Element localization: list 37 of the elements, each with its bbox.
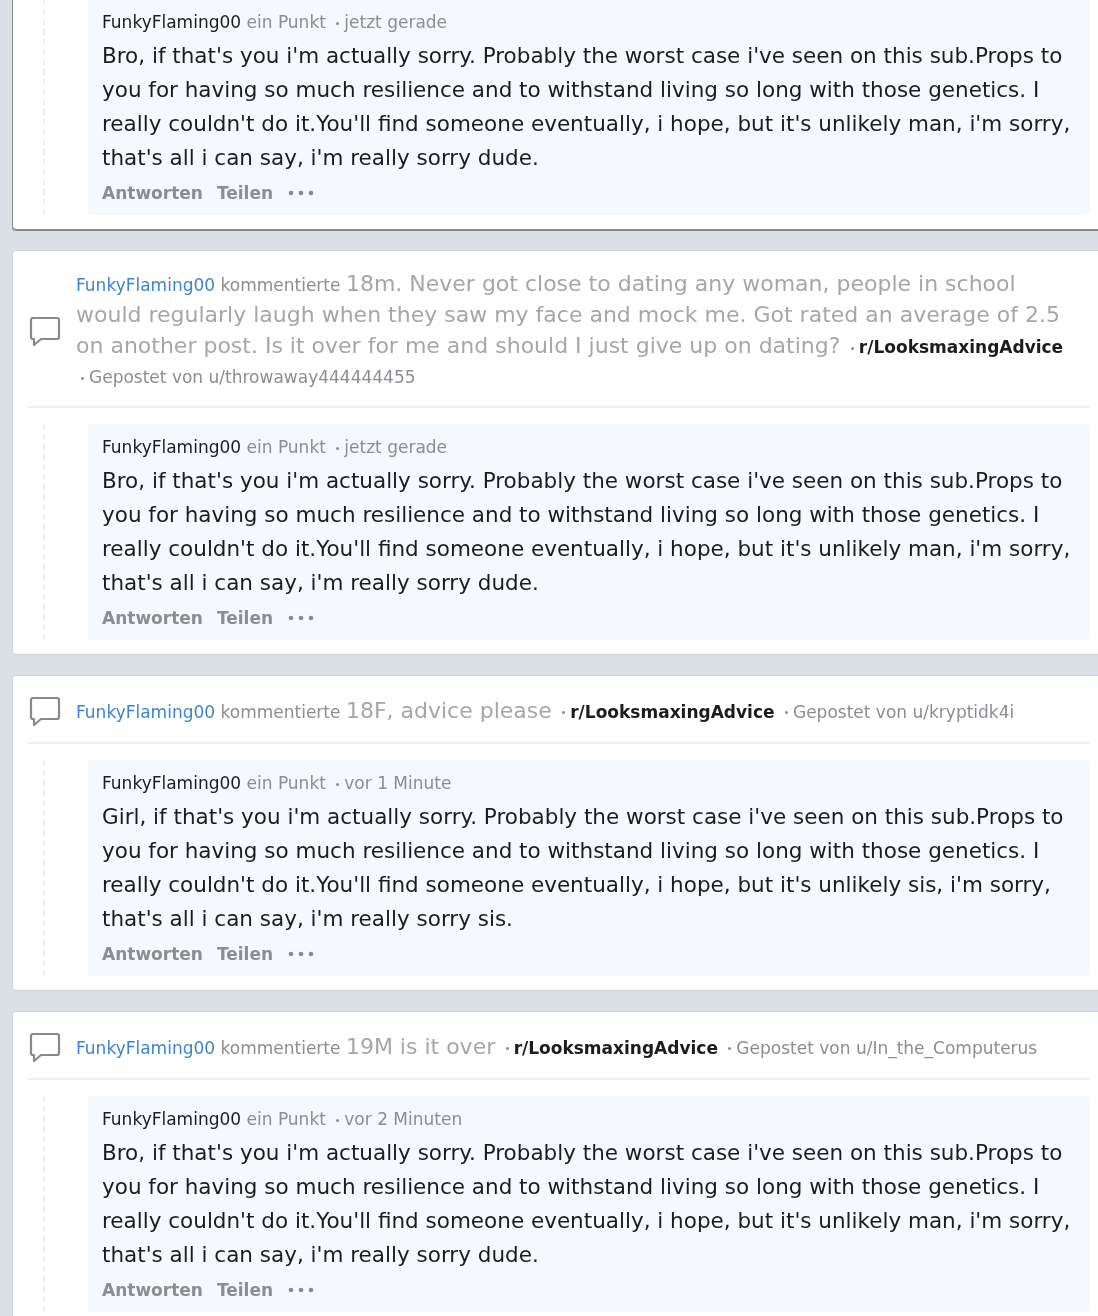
comment-author-link[interactable]: FunkyFlaming00 xyxy=(102,1109,242,1129)
comment-icon xyxy=(28,1030,62,1064)
points-label: ein Punkt xyxy=(246,12,326,32)
separator-dot xyxy=(336,1118,340,1122)
action-button[interactable]: Antworten xyxy=(102,608,203,628)
separator-dot xyxy=(336,21,340,25)
comment-text: Bro, if that's you i'm actually sorry. Probably the worst case i've seen on this sub.Props to you for having so much resilience and to withstand living so long with those genetics. I really couldn't do it.You'll find someone eventually, i hope, but it's unlikely man, i'm sorry, that's all i can say, i'm really sorry dude. xyxy=(102,1139,1072,1269)
comment-text: Bro, if that's you i'm actually sorry. Probably the worst case i've seen on this sub.Props to you for having so much resilience and to withstand living so long with those genetics. I really couldn't do it.You'll find someone eventually, i hope, but it's unlikely man, i'm sorry, that's all i can say, i'm really sorry dude. xyxy=(102,467,1072,597)
action-button[interactable]: Teilen xyxy=(216,608,274,628)
timestamp: jetzt gerade xyxy=(344,437,448,457)
comment-author-link[interactable]: FunkyFlaming00 xyxy=(102,773,242,793)
separator-dot xyxy=(336,782,340,786)
post-headline: FunkyFlaming00 kommentierte 18F, advice please r/LooksmaxingAdvice Gepostet von u/kryptidk4i xyxy=(76,696,1015,725)
action-button[interactable]: Antworten xyxy=(102,944,203,964)
comment-author-link[interactable]: FunkyFlaming00 xyxy=(102,12,242,32)
more-icon[interactable] xyxy=(287,614,316,622)
timestamp: vor 1 Minute xyxy=(344,773,452,793)
timestamp: vor 2 Minuten xyxy=(344,1109,463,1129)
comment-text: Bro, if that's you i'm actually sorry. Probably the worst case i've seen on this sub.Props to you for having so much resilience and to withstand living so long with those genetics. I really couldn't do it.You'll find someone eventually, i hope, but it's unlikely man, i'm sorry, that's all i can say, i'm really sorry dude. xyxy=(102,42,1072,172)
more-icon[interactable] xyxy=(287,189,316,197)
action-button[interactable]: Antworten xyxy=(102,1280,203,1300)
points-label: ein Punkt xyxy=(246,773,326,793)
post-headline: FunkyFlaming00 kommentierte 19M is it over r/LooksmaxingAdvice Gepostet von u/In_the_Computerus xyxy=(76,1032,1038,1061)
separator-dot xyxy=(336,446,340,450)
comment-author-link[interactable]: FunkyFlaming00 xyxy=(102,437,242,457)
action-button[interactable]: Teilen xyxy=(216,1280,274,1300)
points-label: ein Punkt xyxy=(246,1109,326,1129)
more-icon[interactable] xyxy=(287,1286,316,1294)
points-label: ein Punkt xyxy=(246,437,326,457)
post-headline: FunkyFlaming00 kommentierte 18m. Never got close to dating any woman, people in school would regularly laugh when they saw my face and mock me. Got rated an average of 2.5 on another post. Is it over for me and should I just give up on dating? r/LooksmaxingAdvice Gepostet von u/throwaway444444455 xyxy=(76,270,1065,389)
action-button[interactable]: Antworten xyxy=(102,183,203,203)
action-button[interactable]: Teilen xyxy=(216,183,274,203)
more-icon[interactable] xyxy=(287,950,316,958)
action-button[interactable]: Teilen xyxy=(216,944,274,964)
comment-text: Girl, if that's you i'm actually sorry. Probably the worst case i've seen on this sub.Props to you for having so much resilience and to withstand living so long with those genetics. I really couldn't do it.You'll find someone eventually, i hope, but it's unlikely sis, i'm sorry, that's all i can say, i'm really sorry sis. xyxy=(102,803,1065,933)
timestamp: jetzt gerade xyxy=(344,12,448,32)
comment-icon xyxy=(28,694,62,728)
